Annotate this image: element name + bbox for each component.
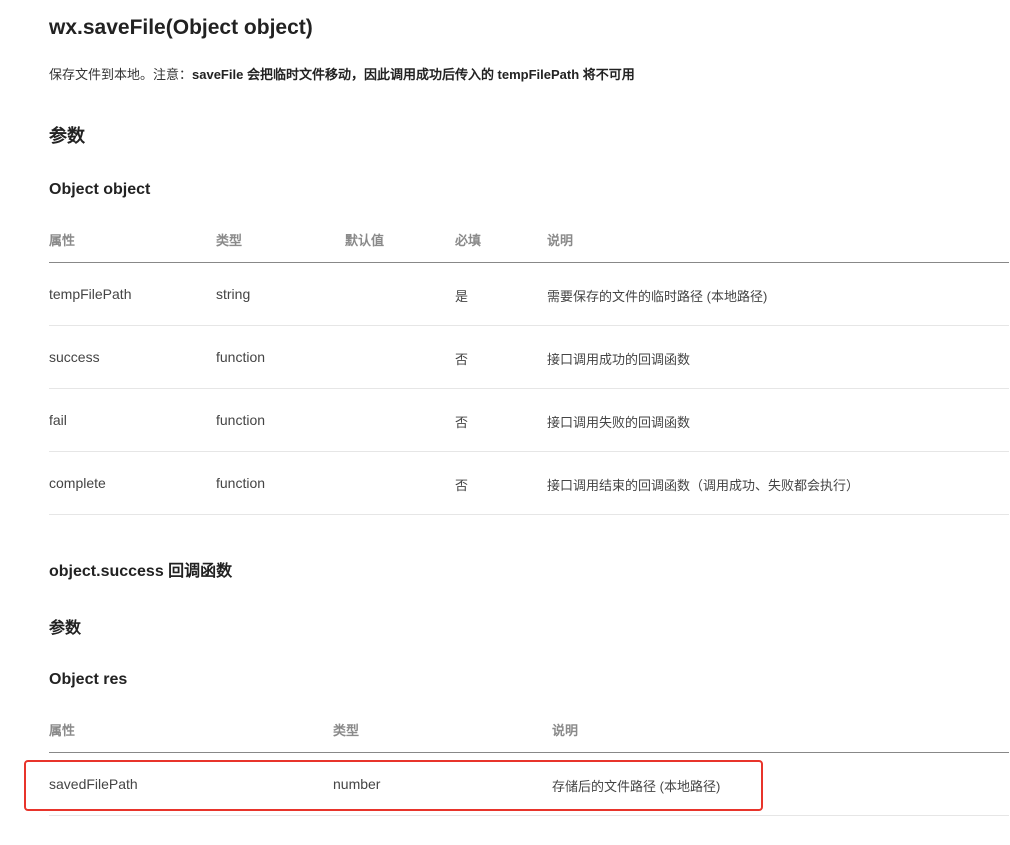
params-heading: 参数 [49,126,85,146]
params-table: 属性 类型 默认值 必填 说明 tempFilePath string 是 需要… [49,222,1009,515]
cell-property: fail [49,412,67,428]
cell-property: success [49,349,100,365]
success-callback-heading: object.success 回调函数 [49,563,233,580]
description-text: 保存文件到本地。注意： [49,67,193,82]
cell-property: complete [49,475,106,491]
cell-description: 接口调用成功的回调函数 [547,352,691,367]
table-row: fail function 否 接口调用失败的回调函数 [49,389,1009,452]
highlight-box [24,760,763,811]
header-type: 类型 [333,723,360,738]
header-property: 属性 [49,233,76,248]
cell-type: function [216,349,266,365]
cell-description: 接口调用结束的回调函数（调用成功、失败都会执行） [547,478,860,493]
cell-property: tempFilePath [49,286,132,302]
cell-required: 否 [455,415,469,430]
api-description: 保存文件到本地。注意：saveFile 会把临时文件移动，因此调用成功后传入的 … [49,64,635,83]
header-property: 属性 [49,723,76,738]
table-row: success function 否 接口调用成功的回调函数 [49,326,1009,389]
header-description: 说明 [547,233,574,248]
header-required: 必填 [455,233,482,248]
table-header: 属性 类型 默认值 必填 说明 [49,222,1009,263]
header-default: 默认值 [345,233,385,248]
cell-type: function [216,412,266,428]
table-row: tempFilePath string 是 需要保存的文件的临时路径 (本地路径… [49,263,1009,326]
table-row: complete function 否 接口调用结束的回调函数（调用成功、失败都… [49,452,1009,515]
cell-description: 接口调用失败的回调函数 [547,415,691,430]
description-note: saveFile 会把临时文件移动，因此调用成功后传入的 tempFilePat… [192,67,635,82]
page-title: wx.saveFile(Object object) [49,16,313,39]
object-heading: Object object [49,181,151,198]
cell-required: 否 [455,478,469,493]
cell-required: 否 [455,352,469,367]
cell-required: 是 [455,289,469,304]
res-heading: Object res [49,671,128,688]
doc-page: wx.saveFile(Object object) 保存文件到本地。注意：sa… [0,0,1010,845]
cell-description: 需要保存的文件的临时路径 (本地路径) [547,289,768,304]
success-params-heading: 参数 [49,620,82,637]
cell-type: string [216,286,251,302]
cell-type: function [216,475,266,491]
table-header: 属性 类型 说明 [49,712,1009,753]
header-type: 类型 [216,233,243,248]
header-description: 说明 [552,723,579,738]
